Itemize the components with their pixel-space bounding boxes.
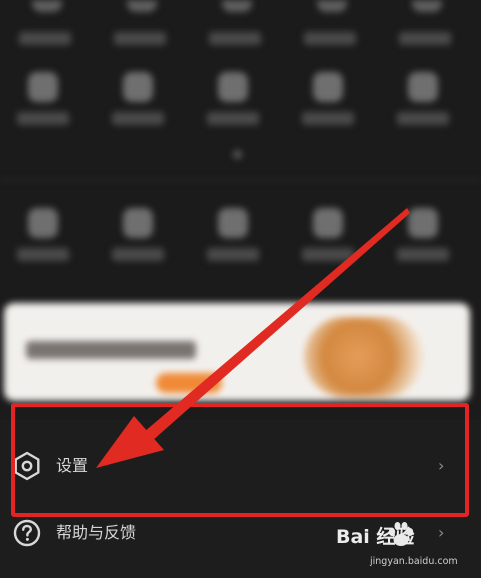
annotation-arrow-icon [96, 208, 410, 468]
app-screen: 设置 › 帮助与反馈 › Bai 经验 jingyan.baidu.com [0, 0, 481, 578]
watermark-brand: Bai 经验 [336, 526, 415, 548]
watermark-url: jingyan.baidu.com [370, 556, 458, 567]
baidu-jingyan-watermark: Bai 经验 jingyan.baidu.com [334, 518, 474, 576]
